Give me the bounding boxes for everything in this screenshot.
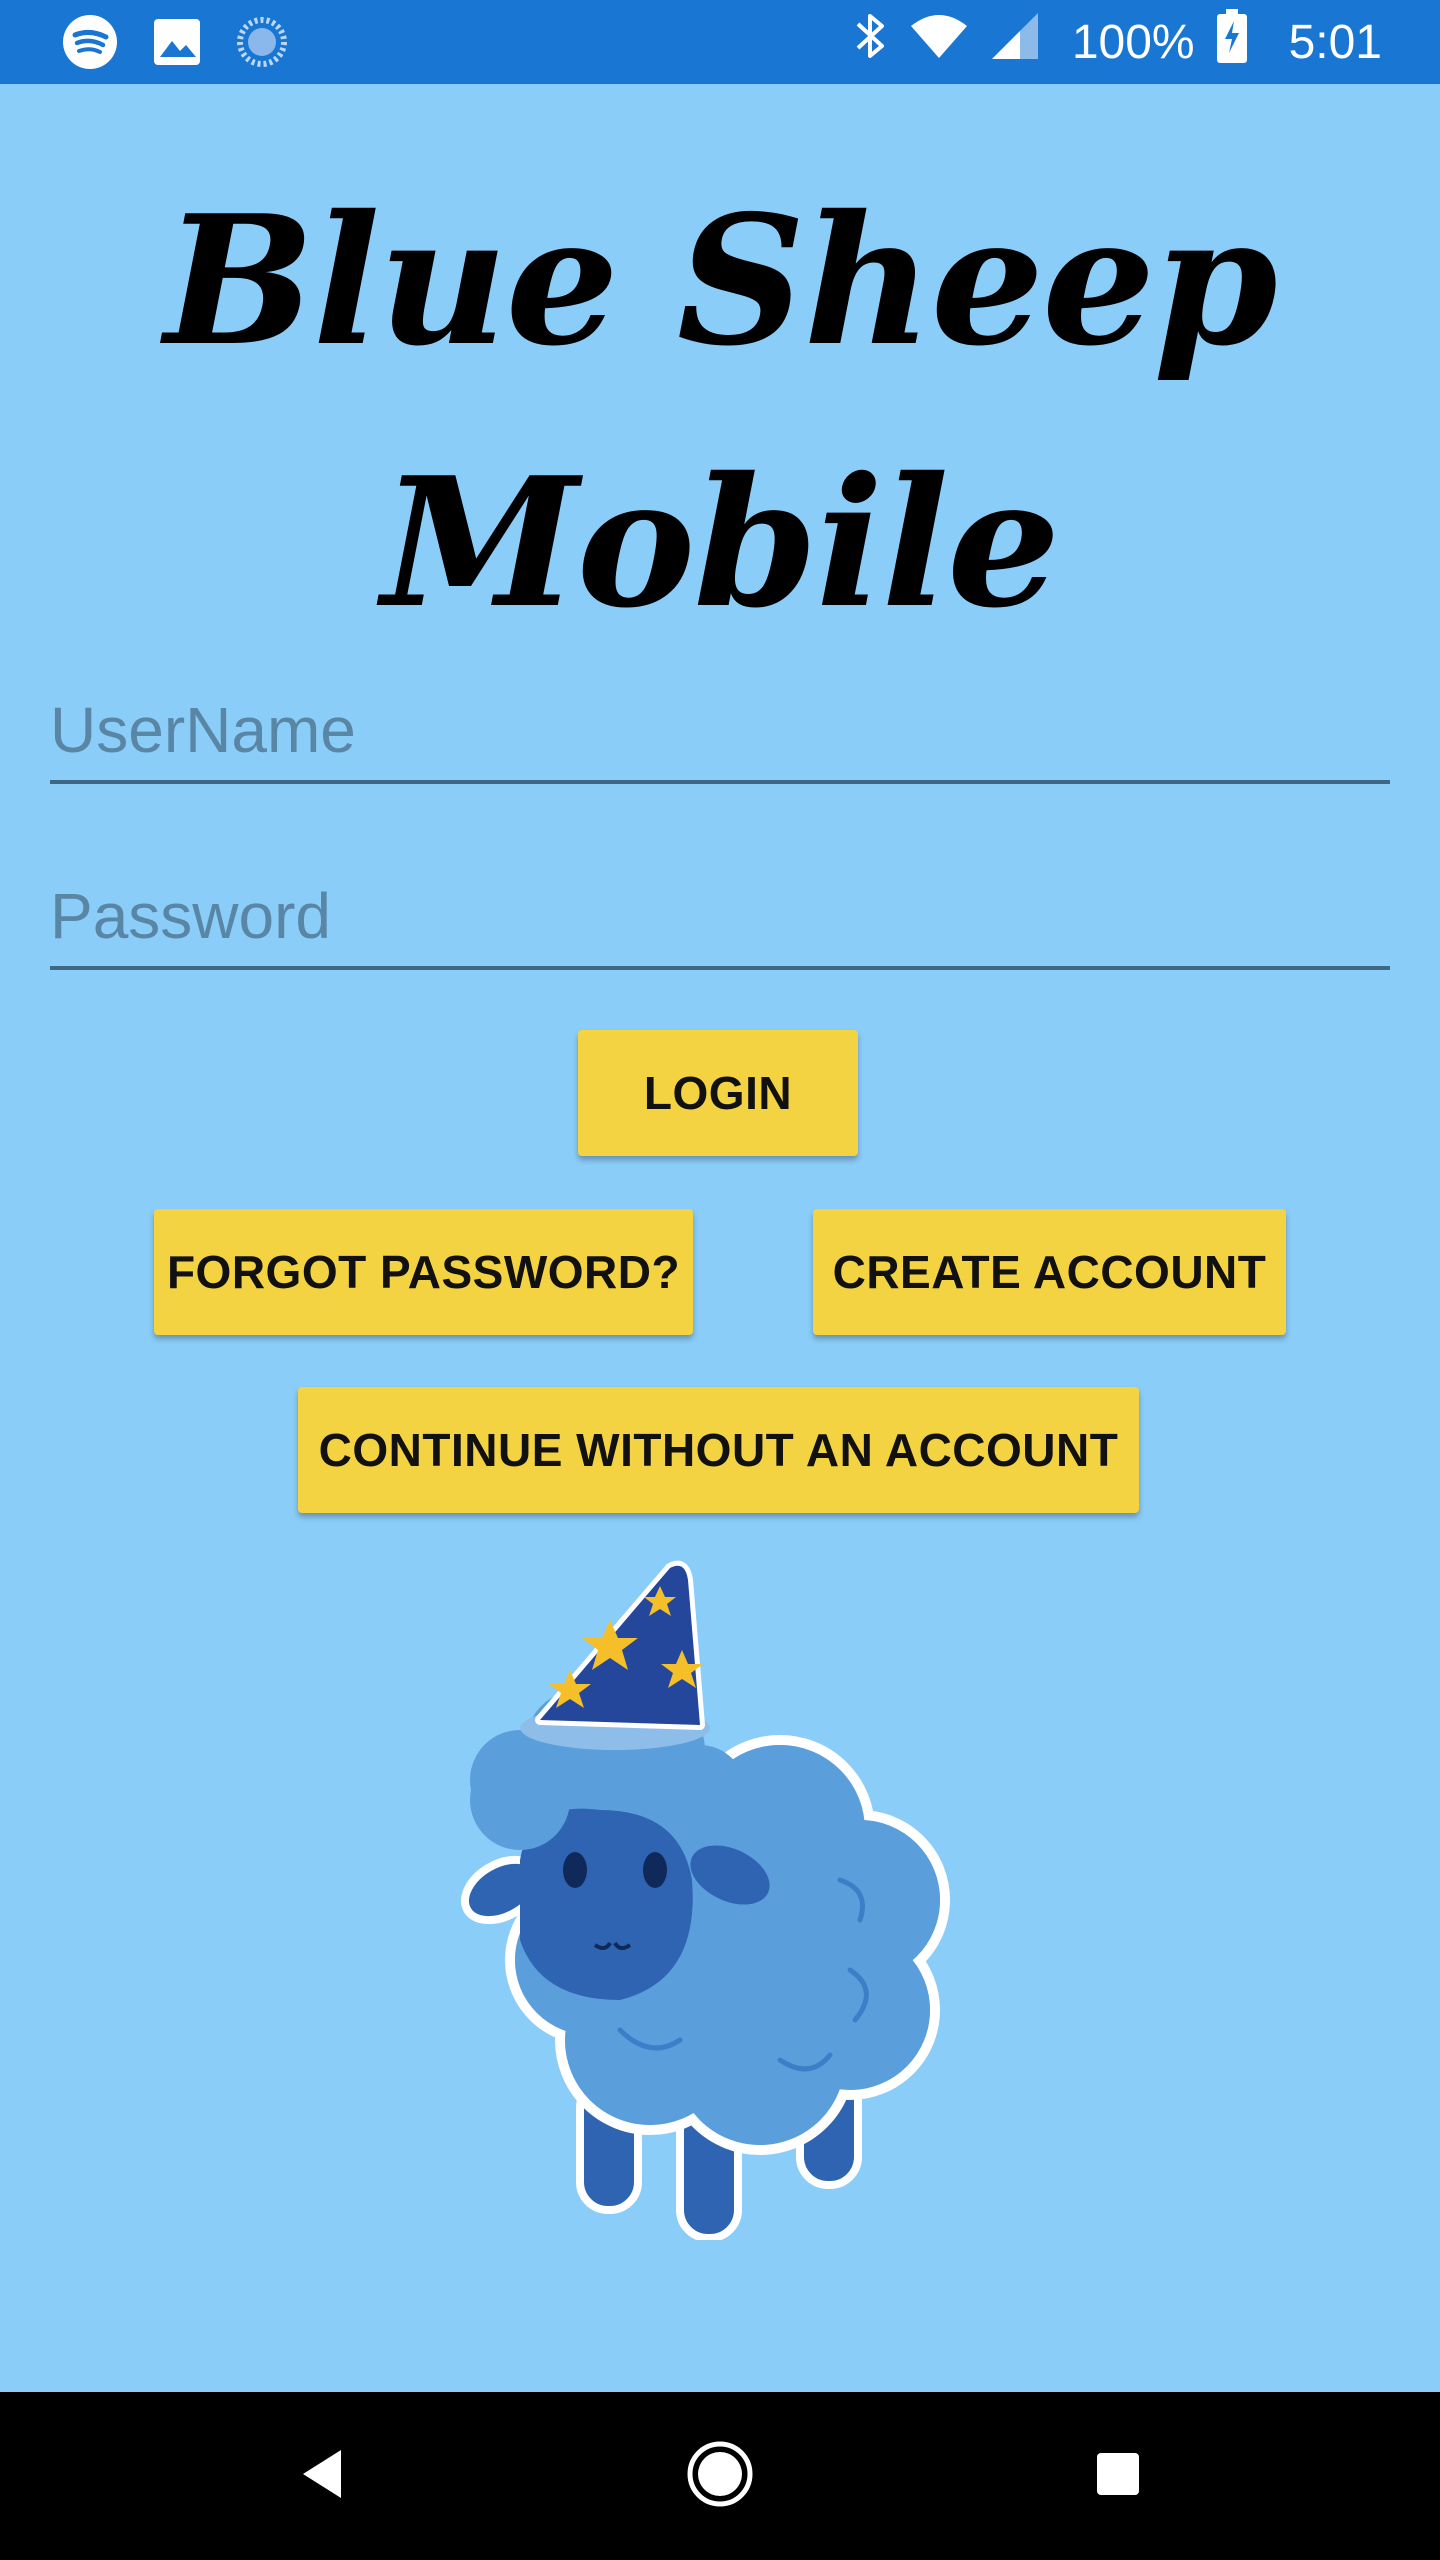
app-title-line1: Blue Sheep [164,176,1278,385]
app-title: Blue Sheep Mobile [0,150,1440,674]
create-account-button[interactable]: CREATE ACCOUNT [813,1209,1286,1335]
system-status: 100% 5:01 [852,0,1382,84]
recents-button[interactable] [1078,2436,1158,2516]
username-input[interactable] [50,680,1390,780]
bluetooth-icon [852,10,888,74]
spotify-icon [62,14,118,75]
navigation-bar [0,2392,1440,2560]
status-bar: 100% 5:01 [0,0,1440,84]
battery-percent: 100% [1071,15,1195,69]
login-screen: 100% 5:01 Blue Sheep Mobile LOGIN FORGOT… [0,0,1440,2560]
forgot-password-button[interactable]: FORGOT PASSWORD? [154,1209,693,1335]
notification-icons [62,14,288,75]
clock: 5:01 [1288,15,1382,69]
password-input[interactable] [50,866,1390,966]
app-title-line2: Mobile [381,438,1061,647]
back-button[interactable] [282,2436,362,2516]
password-field-container [50,866,1390,970]
sheep-mascot-image [460,1560,1000,2242]
recents-icon [1095,2451,1141,2502]
home-button[interactable] [680,2436,760,2516]
image-icon [152,17,202,72]
wifi-icon [910,12,968,72]
back-icon [297,2446,347,2507]
sync-icon [236,16,288,73]
login-button[interactable]: LOGIN [578,1030,858,1156]
battery-charging-icon [1216,9,1247,75]
home-icon [685,2439,755,2514]
continue-without-account-button[interactable]: CONTINUE WITHOUT AN ACCOUNT [298,1387,1139,1513]
username-field-container [50,680,1390,784]
signal-icon [990,11,1040,73]
